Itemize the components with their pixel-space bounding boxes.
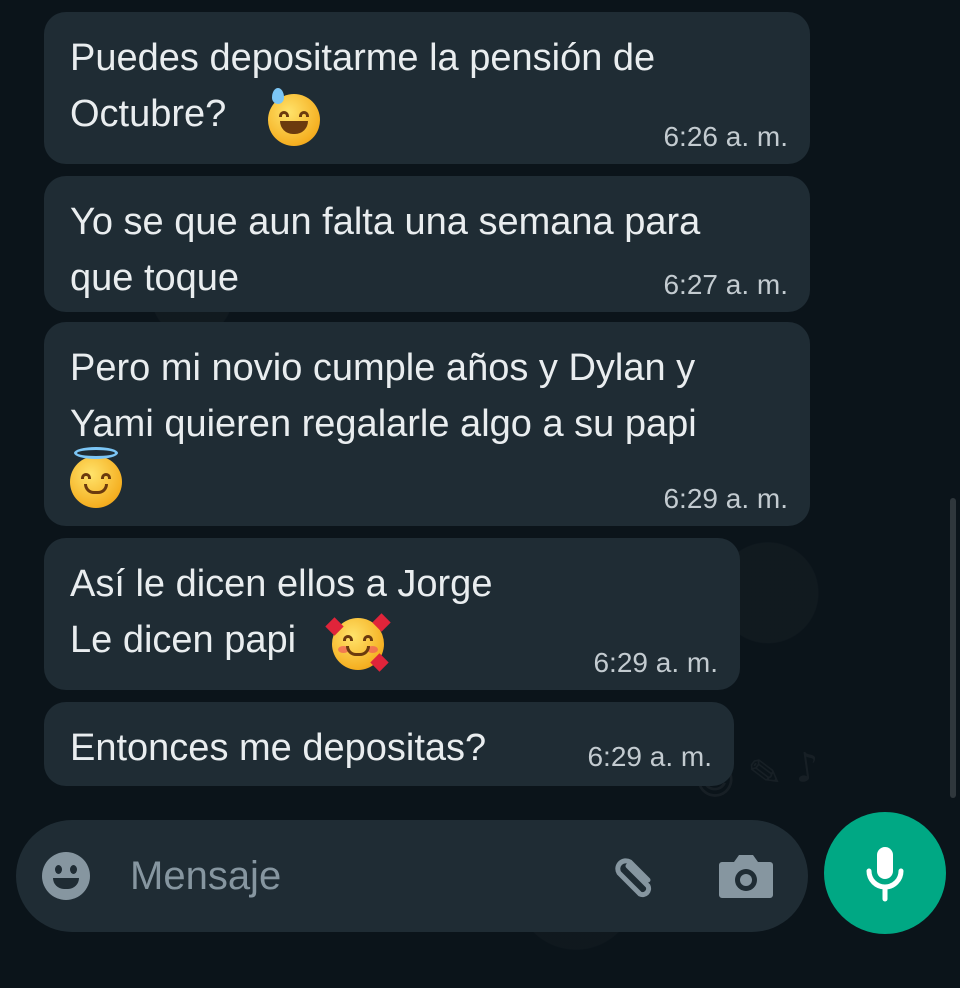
message-bubble[interactable]: Yo se que aun falta una semana para que … [44, 176, 810, 312]
grinning-sweat-emoji [268, 88, 320, 146]
message-text: Pero mi novio cumple años y Dylan y Yami… [70, 347, 697, 445]
microphone-icon [866, 847, 904, 902]
emoji-icon[interactable] [42, 852, 90, 900]
camera-icon[interactable] [716, 850, 776, 902]
mic-button[interactable] [824, 812, 946, 934]
message-time: 6:29 a. m. [593, 647, 718, 678]
message-bubble[interactable]: Entonces me depositas? 6:29 a. m. [44, 702, 734, 786]
message-time: 6:29 a. m. [663, 483, 788, 514]
message-bubble[interactable]: Así le dicen ellos a Jorge Le dicen papi… [44, 538, 740, 690]
message-bubble[interactable]: Pero mi novio cumple años y Dylan y Yami… [44, 322, 810, 526]
smiling-halo-emoji [70, 447, 122, 508]
message-bubble[interactable]: Puedes depositarme la pensión de Octubre… [44, 12, 810, 164]
message-time: 6:29 a. m. [587, 741, 712, 772]
message-input-placeholder[interactable]: Mensaje [130, 850, 281, 902]
message-time: 6:26 a. m. [663, 121, 788, 152]
chat-scrollbar[interactable] [950, 498, 956, 798]
paperclip-icon[interactable] [606, 846, 666, 906]
message-input-bar[interactable]: Mensaje [16, 820, 808, 932]
smiling-hearts-emoji [325, 613, 391, 672]
message-time: 6:27 a. m. [663, 269, 788, 300]
